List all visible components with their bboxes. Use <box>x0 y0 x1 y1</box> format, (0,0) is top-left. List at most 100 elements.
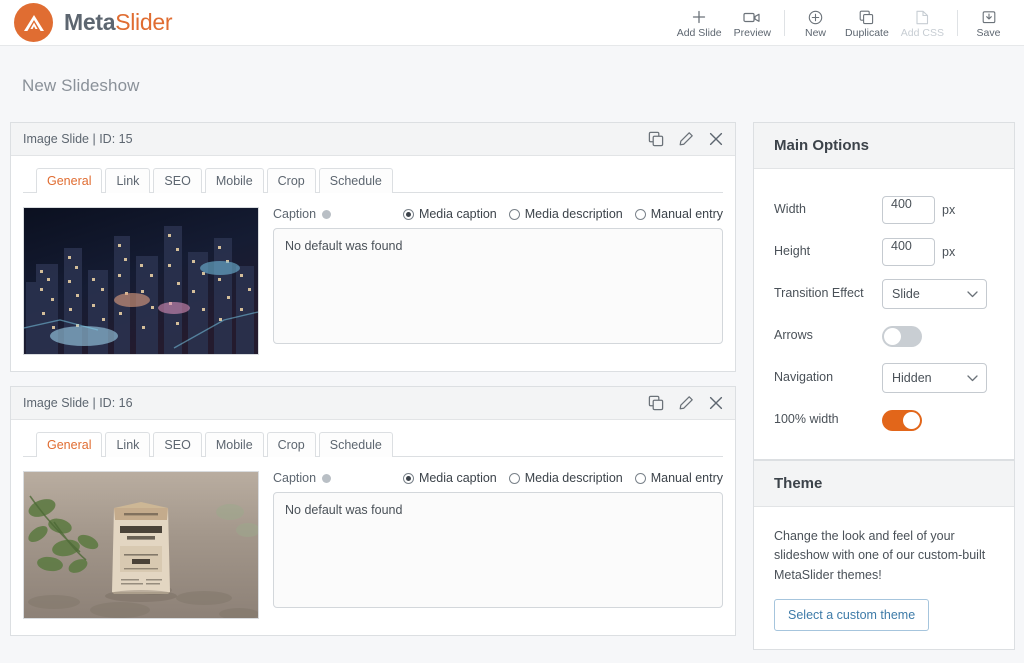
caption-source-radios: Media caption Media description Manual e… <box>402 471 723 485</box>
transition-effect-select[interactable]: Slide <box>882 279 987 309</box>
tab-general[interactable]: General <box>36 168 103 193</box>
caption-textarea[interactable]: No default was found <box>273 228 723 344</box>
preview-button[interactable]: Preview <box>728 7 777 39</box>
arrows-toggle[interactable] <box>882 325 922 347</box>
caption-label-group: Caption <box>273 471 332 485</box>
height-input[interactable]: 400 <box>882 238 935 266</box>
tab-schedule[interactable]: Schedule <box>318 432 393 457</box>
slide-thumbnail[interactable] <box>23 207 259 355</box>
navigation-select[interactable]: Hidden <box>882 363 987 393</box>
theme-card: Theme Change the look and feel of your s… <box>753 460 1015 651</box>
theme-header: Theme <box>754 461 1014 507</box>
tab-schedule[interactable]: Schedule <box>318 168 393 193</box>
preview-label: Preview <box>733 26 772 39</box>
delete-slide-icon[interactable] <box>708 131 724 147</box>
radio-manual-entry-label: Manual entry <box>650 471 723 485</box>
tab-crop[interactable]: Crop <box>266 432 316 457</box>
width-label: Width <box>774 202 806 217</box>
slide-fields: Caption Media caption Media description <box>273 471 723 619</box>
full-width-toggle[interactable] <box>882 409 922 431</box>
save-label: Save <box>976 26 1001 39</box>
option-full-width: 100% width <box>774 399 994 441</box>
radio-media-caption[interactable]: Media caption <box>402 207 497 221</box>
caption-row: Caption Media caption Media description <box>273 207 723 221</box>
add-css-button: Add CSS <box>895 7 950 39</box>
slide-fields: Caption Media caption Media description <box>273 207 723 355</box>
width-control: 400 px <box>882 196 994 224</box>
transition-effect-label: Transition Effect <box>774 286 864 301</box>
select-custom-theme-button[interactable]: Select a custom theme <box>774 599 930 632</box>
new-label: New <box>805 26 827 39</box>
duplicate-label: Duplicate <box>845 26 889 39</box>
css-page-icon <box>915 9 929 26</box>
brand-title-light: Slider <box>115 9 173 35</box>
radio-manual-entry[interactable]: Manual entry <box>634 207 723 221</box>
slide-thumbnail[interactable] <box>23 471 259 619</box>
radio-media-description[interactable]: Media description <box>508 471 623 485</box>
brand-title: MetaSlider <box>64 9 173 36</box>
radio-media-caption-label: Media caption <box>418 207 497 221</box>
option-arrows: Arrows <box>774 315 994 357</box>
arrows-control <box>882 325 994 347</box>
radio-media-caption[interactable]: Media caption <box>402 471 497 485</box>
caption-label: Caption <box>273 471 317 485</box>
radio-dot-icon <box>508 208 520 220</box>
brand-logo[interactable]: MetaSlider <box>14 3 173 42</box>
tab-mobile[interactable]: Mobile <box>204 432 264 457</box>
width-input[interactable]: 400 <box>882 196 935 224</box>
toggle-knob <box>903 411 920 429</box>
app-header: MetaSlider Add Slide Preview New Duplica… <box>0 0 1024 46</box>
transition-effect-value: Slide <box>892 287 920 301</box>
tab-seo[interactable]: SEO <box>153 168 202 193</box>
caption-textarea[interactable]: No default was found <box>273 492 723 608</box>
radio-dot-icon <box>634 208 646 220</box>
theme-title: Theme <box>774 475 823 492</box>
toggle-knob <box>884 327 901 345</box>
navigation-value: Hidden <box>892 371 932 385</box>
duplicate-slide-icon[interactable] <box>648 395 664 411</box>
help-info-icon[interactable] <box>322 473 332 483</box>
duplicate-slide-icon[interactable] <box>648 131 664 147</box>
delete-slide-icon[interactable] <box>708 395 724 411</box>
slide-header-actions <box>648 131 724 147</box>
slide-tabs: General Link SEO Mobile Crop Schedule <box>23 420 723 457</box>
option-transition-effect: Transition Effect Slide <box>774 273 994 315</box>
slide-body: Caption Media caption Media description <box>11 193 735 371</box>
caption-source-radios: Media caption Media description Manual e… <box>402 207 723 221</box>
edit-slide-icon[interactable] <box>678 131 694 147</box>
slide-header-actions <box>648 395 724 411</box>
edit-slide-icon[interactable] <box>678 395 694 411</box>
arrows-label: Arrows <box>774 328 813 343</box>
duplicate-slideshow-button[interactable]: Duplicate <box>839 7 895 39</box>
main-options-card: Main Options Width 400 px Height 400 px <box>753 122 1015 460</box>
add-css-label: Add CSS <box>900 26 944 39</box>
slide-body: Caption Media caption Media description <box>11 457 735 635</box>
slide-header-title: Image Slide | ID: 16 <box>23 396 133 410</box>
radio-media-description-label: Media description <box>524 207 623 221</box>
new-slideshow-button[interactable]: New <box>792 7 839 39</box>
radio-dot-icon <box>508 472 520 484</box>
radio-manual-entry-label: Manual entry <box>650 207 723 221</box>
tab-link[interactable]: Link <box>105 432 151 457</box>
app-toolbar: Add Slide Preview New Duplicate Add CSS … <box>671 0 1012 46</box>
brand-title-bold: Meta <box>64 9 116 35</box>
slide-header: Image Slide | ID: 15 <box>11 123 735 156</box>
add-slide-button[interactable]: Add Slide <box>671 7 728 39</box>
chevron-down-icon <box>967 371 978 385</box>
radio-manual-entry[interactable]: Manual entry <box>634 471 723 485</box>
metaslider-mountain-logo-icon <box>14 3 53 42</box>
tab-general[interactable]: General <box>36 432 103 457</box>
tab-crop[interactable]: Crop <box>266 168 316 193</box>
tab-seo[interactable]: SEO <box>153 432 202 457</box>
main-options-title: Main Options <box>774 137 869 154</box>
navigation-control: Hidden <box>882 363 994 393</box>
height-control: 400 px <box>882 238 994 266</box>
page-title: New Slideshow <box>22 76 140 95</box>
radio-media-description[interactable]: Media description <box>508 207 623 221</box>
help-info-icon[interactable] <box>322 209 332 219</box>
tab-mobile[interactable]: Mobile <box>204 168 264 193</box>
save-button[interactable]: Save <box>965 7 1012 39</box>
tab-link[interactable]: Link <box>105 168 151 193</box>
video-camera-icon <box>743 9 761 26</box>
slide-tabs: General Link SEO Mobile Crop Schedule <box>23 156 723 193</box>
